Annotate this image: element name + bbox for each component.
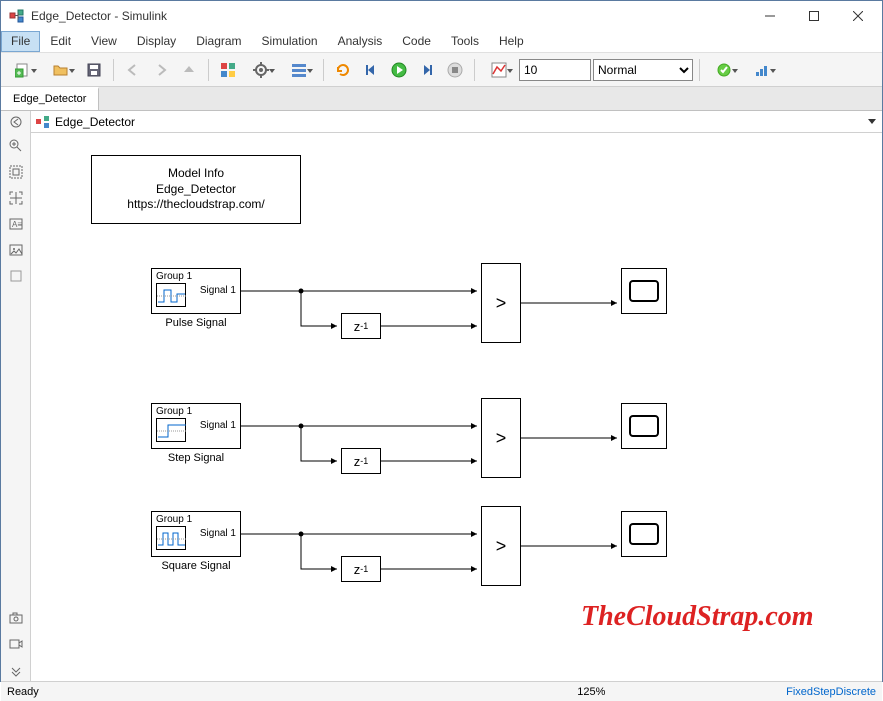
unit-delay-2[interactable]: z-1 — [341, 448, 381, 474]
model-config-button[interactable] — [243, 57, 279, 83]
fit-view-icon[interactable] — [5, 161, 27, 183]
unit-delay-3[interactable]: z-1 — [341, 556, 381, 582]
block-label-pulse: Pulse Signal — [151, 317, 241, 329]
menu-tools[interactable]: Tools — [441, 31, 489, 52]
compare-block-3[interactable]: > — [481, 506, 521, 586]
compare-block-1[interactable]: > — [481, 263, 521, 343]
update-diagram-button[interactable] — [706, 57, 742, 83]
model-canvas[interactable]: Model Info Edge_Detector https://theclou… — [31, 133, 882, 681]
menu-view[interactable]: View — [81, 31, 127, 52]
menu-diagram[interactable]: Diagram — [186, 31, 251, 52]
signal-waveform-icon — [156, 526, 186, 550]
signal-label: Signal 1 — [200, 420, 236, 431]
signal-waveform-icon — [156, 418, 186, 442]
library-browser-button[interactable] — [215, 57, 241, 83]
signal-builder-pulse[interactable]: Group 1 Signal 1 — [151, 268, 241, 314]
sim-mode-select[interactable]: Normal — [593, 59, 693, 81]
menu-code[interactable]: Code — [392, 31, 441, 52]
block-label-square: Square Signal — [151, 560, 241, 572]
group-label: Group 1 — [156, 271, 192, 282]
menubar: File Edit View Display Diagram Simulatio… — [1, 31, 882, 53]
scope-3[interactable] — [621, 511, 667, 557]
unit-delay-1[interactable]: z-1 — [341, 313, 381, 339]
breadcrumb-dropdown-icon[interactable] — [868, 119, 876, 124]
menu-help[interactable]: Help — [489, 31, 534, 52]
tabbar: Edge_Detector — [1, 87, 882, 111]
info-line2: Edge_Detector — [122, 182, 270, 198]
open-button[interactable] — [43, 57, 79, 83]
step-forward-button[interactable] — [414, 57, 440, 83]
forward-button[interactable] — [148, 57, 174, 83]
new-model-button[interactable] — [5, 57, 41, 83]
watermark-text: TheCloudStrap.com — [581, 601, 814, 633]
model-explorer-button[interactable] — [281, 57, 317, 83]
window-title: Edge_Detector - Simulink — [31, 9, 748, 23]
side-palette: A≡ — [1, 133, 31, 681]
scope-screen-icon — [629, 523, 659, 545]
save-button[interactable] — [81, 57, 107, 83]
area-icon[interactable] — [5, 265, 27, 287]
expand-icon[interactable] — [5, 659, 27, 681]
fast-restart-button[interactable] — [330, 57, 356, 83]
group-label: Group 1 — [156, 406, 192, 417]
tab-model[interactable]: Edge_Detector — [1, 87, 99, 110]
signal-waveform-icon — [156, 283, 186, 307]
statusbar: Ready 125% FixedStepDiscrete — [1, 681, 882, 701]
step-back-button[interactable] — [358, 57, 384, 83]
signal-label: Signal 1 — [200, 528, 236, 539]
svg-text:A≡: A≡ — [12, 220, 22, 229]
status-ready: Ready — [7, 686, 397, 698]
up-button[interactable] — [176, 57, 202, 83]
block-label-step: Step Signal — [151, 452, 241, 464]
breadcrumb-model: Edge_Detector — [55, 115, 135, 129]
maximize-button[interactable] — [792, 2, 836, 30]
scope-2[interactable] — [621, 403, 667, 449]
model-icon — [35, 114, 51, 130]
model-info-block[interactable]: Model Info Edge_Detector https://theclou… — [91, 155, 301, 224]
compare-block-2[interactable]: > — [481, 398, 521, 478]
run-button[interactable] — [386, 57, 412, 83]
stop-time-input[interactable] — [519, 59, 591, 81]
titlebar: Edge_Detector - Simulink — [1, 1, 882, 31]
toggle-perspective-icon[interactable] — [5, 187, 27, 209]
menu-edit[interactable]: Edit — [40, 31, 81, 52]
stop-button[interactable] — [442, 57, 468, 83]
back-button[interactable] — [120, 57, 146, 83]
status-solver[interactable]: FixedStepDiscrete — [786, 686, 876, 698]
status-zoom: 125% — [397, 686, 787, 698]
screenshot-icon[interactable] — [5, 607, 27, 629]
info-line3: https://thecloudstrap.com/ — [122, 197, 270, 213]
hide-browser-button[interactable] — [5, 111, 27, 133]
scope-1[interactable] — [621, 268, 667, 314]
side-toolbar-top — [1, 111, 31, 133]
scope-screen-icon — [629, 415, 659, 437]
close-button[interactable] — [836, 2, 880, 30]
menu-simulation[interactable]: Simulation — [252, 31, 328, 52]
signal-builder-square[interactable]: Group 1 Signal 1 — [151, 511, 241, 557]
data-inspector-button[interactable] — [481, 57, 517, 83]
signal-builder-step[interactable]: Group 1 Signal 1 — [151, 403, 241, 449]
info-line1: Model Info — [122, 166, 270, 182]
record-icon[interactable] — [5, 633, 27, 655]
scope-screen-icon — [629, 280, 659, 302]
annotation-icon[interactable]: A≡ — [5, 213, 27, 235]
menu-analysis[interactable]: Analysis — [328, 31, 393, 52]
toolbar: Normal — [1, 53, 882, 87]
signal-label: Signal 1 — [200, 285, 236, 296]
minimize-button[interactable] — [748, 2, 792, 30]
breadcrumb[interactable]: Edge_Detector — [31, 111, 882, 133]
menu-file[interactable]: File — [1, 31, 40, 52]
build-button[interactable] — [744, 57, 780, 83]
zoom-in-icon[interactable] — [5, 135, 27, 157]
group-label: Group 1 — [156, 514, 192, 525]
menu-display[interactable]: Display — [127, 31, 186, 52]
image-icon[interactable] — [5, 239, 27, 261]
simulink-app-icon — [9, 8, 25, 24]
